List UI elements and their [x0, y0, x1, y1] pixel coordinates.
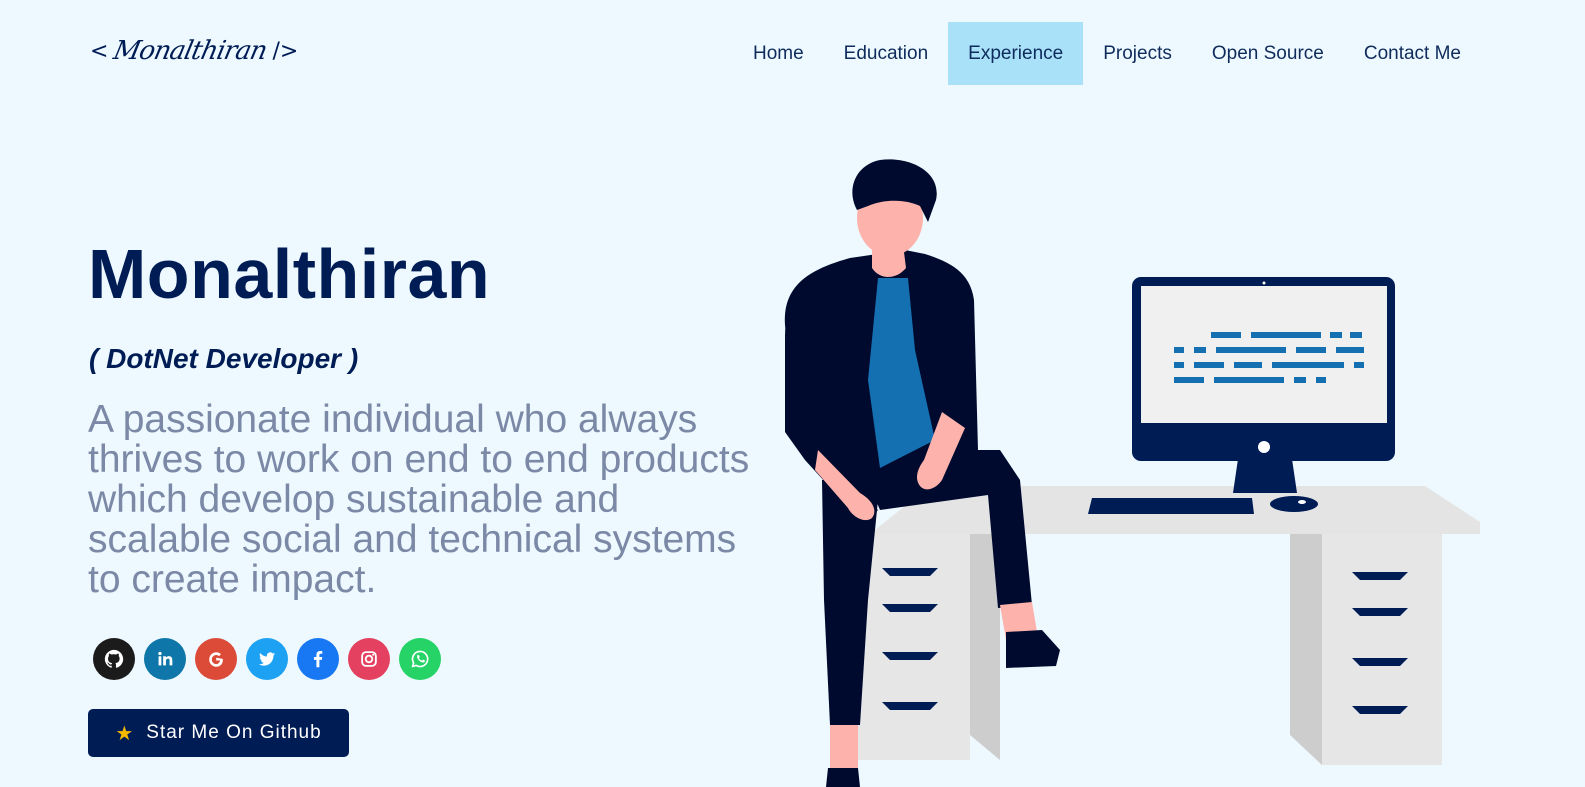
nav-item-projects: Projects	[1083, 22, 1192, 85]
whatsapp-link[interactable]	[399, 638, 441, 680]
nav-item-education: Education	[824, 22, 949, 85]
keyboard	[1088, 498, 1254, 514]
nav-item-experience: Experience	[948, 22, 1084, 85]
logo-open-bracket: <	[90, 38, 109, 64]
hero-description: A passionate individual who always thriv…	[88, 398, 750, 601]
left-drawer-cabinet	[855, 534, 1000, 760]
nav-link-education[interactable]: Education	[824, 22, 949, 85]
google-icon	[209, 652, 223, 667]
developer-illustration	[784, 159, 1480, 787]
main-nav: Home Education Experience Projects Open …	[733, 22, 1481, 85]
star-button-label: Star Me On Github	[146, 722, 322, 743]
nav-item-open-source: Open Source	[1192, 22, 1344, 85]
facebook-icon	[313, 651, 323, 668]
github-icon	[104, 649, 124, 668]
logo-close-bracket: />	[272, 38, 299, 64]
nav-link-home[interactable]: Home	[733, 22, 824, 85]
site-logo[interactable]: < Monalthiran />	[90, 28, 298, 74]
nav-item-contact: Contact Me	[1344, 22, 1481, 85]
nav-item-home: Home	[733, 22, 824, 85]
twitter-icon	[258, 652, 276, 666]
linkedin-icon	[158, 651, 173, 666]
social-links	[93, 638, 441, 680]
star-icon: ★	[115, 722, 135, 745]
computer-mouse	[1270, 496, 1318, 512]
linkedin-link[interactable]	[144, 638, 186, 680]
site-header: < Monalthiran /> Home Education Experien…	[0, 0, 1585, 106]
instagram-link[interactable]	[348, 638, 390, 680]
facebook-link[interactable]	[297, 638, 339, 680]
nav-link-contact[interactable]: Contact Me	[1344, 22, 1481, 85]
logo-signature: Monalthiran	[111, 36, 270, 66]
whatsapp-icon	[411, 650, 429, 668]
github-link[interactable]	[93, 638, 135, 680]
twitter-link[interactable]	[246, 638, 288, 680]
nav-link-experience[interactable]: Experience	[948, 22, 1084, 85]
google-link[interactable]	[195, 638, 237, 680]
nav-link-open-source[interactable]: Open Source	[1192, 22, 1344, 85]
nav-link-projects[interactable]: Projects	[1083, 22, 1192, 85]
star-on-github-button[interactable]: ★ Star Me On Github	[88, 709, 349, 757]
hero-role: ( DotNet Developer )	[89, 343, 359, 374]
hero-name: Monalthiran	[88, 235, 491, 313]
instagram-icon	[361, 651, 377, 667]
right-drawer-cabinet	[1290, 534, 1442, 765]
monitor	[1132, 277, 1395, 493]
